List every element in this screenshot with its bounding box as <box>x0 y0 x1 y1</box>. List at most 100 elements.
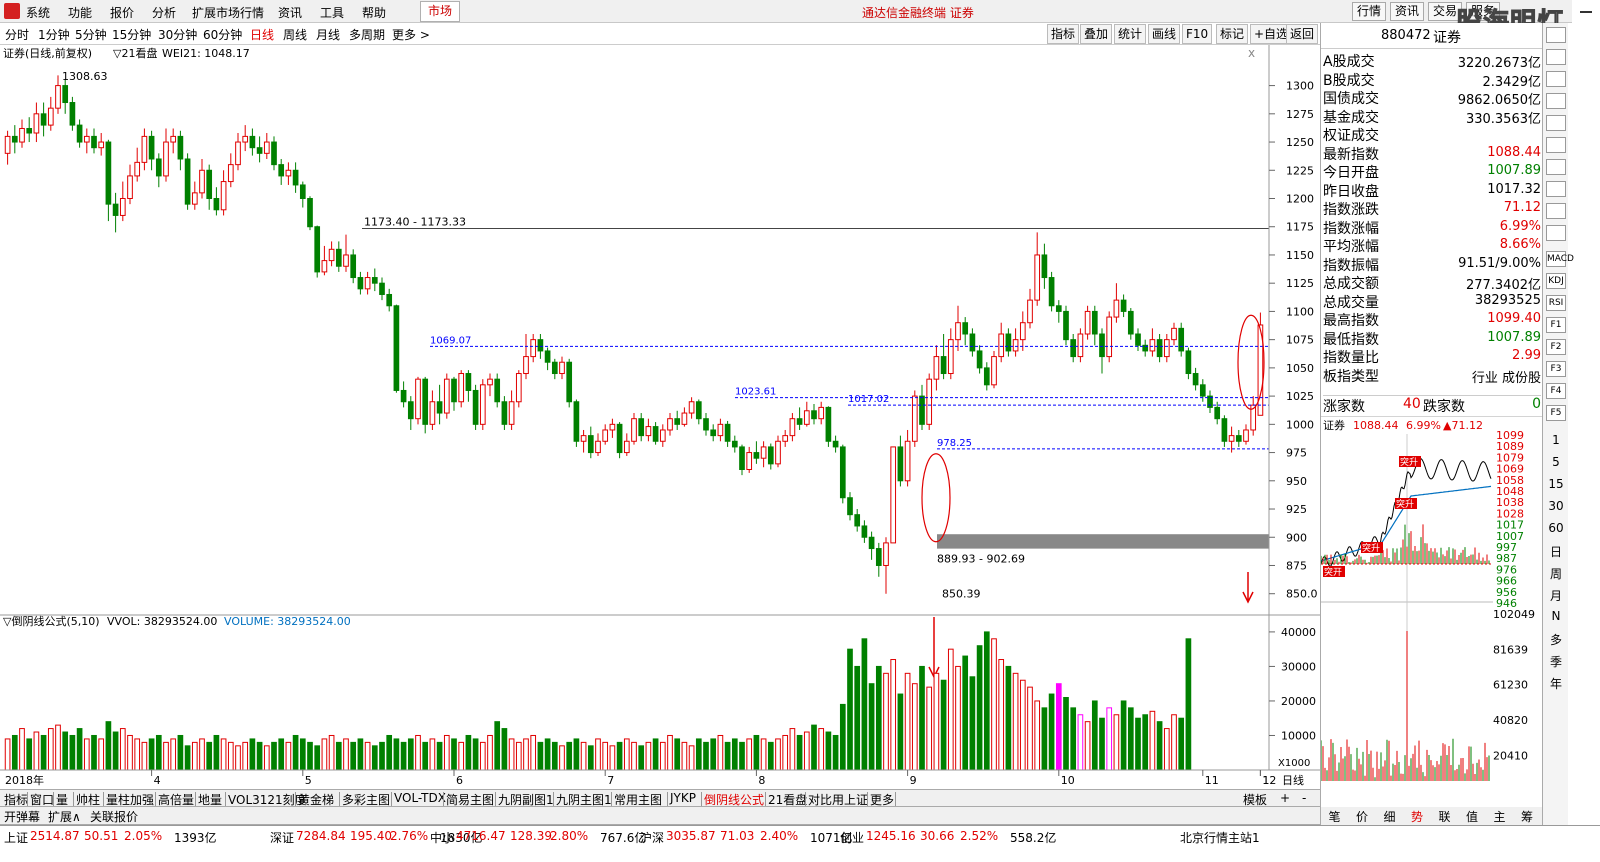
quote-button[interactable]: 行情 <box>1352 2 1386 21</box>
volume-bar[interactable] <box>927 687 932 770</box>
volume-bar[interactable] <box>106 722 111 770</box>
formula-tab[interactable]: 对比用上证 <box>808 791 868 808</box>
market-tab[interactable]: 市场 <box>420 1 460 22</box>
volume-bar[interactable] <box>624 739 629 770</box>
candle-body[interactable] <box>725 424 730 441</box>
candle-body[interactable] <box>164 142 169 176</box>
candle-body[interactable] <box>639 419 644 436</box>
volume-bar[interactable] <box>1064 698 1069 771</box>
formula-tab[interactable]: JYKP <box>670 791 696 805</box>
volume-bar[interactable] <box>711 739 716 770</box>
volume-bar[interactable] <box>920 666 925 770</box>
candle-body[interactable] <box>41 114 46 125</box>
volume-bar[interactable] <box>948 649 953 770</box>
candle-body[interactable] <box>840 447 845 498</box>
volume-bar[interactable] <box>279 739 284 770</box>
volume-title[interactable]: ▽倒阴线公式(5,10) <box>3 614 100 628</box>
expand-button[interactable]: 扩展∧ <box>48 808 81 825</box>
volume-bar[interactable] <box>1035 701 1040 770</box>
candle-body[interactable] <box>999 334 1004 357</box>
sidebar-period[interactable]: 年 <box>1543 675 1569 692</box>
formula-tab[interactable]: 多彩主图 <box>342 791 390 808</box>
formula-tab[interactable]: VOL-TDX <box>394 791 446 805</box>
toolbar-indicator[interactable]: 指标 <box>1047 24 1079 44</box>
candle-body[interactable] <box>884 543 889 566</box>
volume-bar[interactable] <box>41 735 46 770</box>
sidebar-period[interactable]: 日 <box>1543 543 1569 560</box>
candle-body[interactable] <box>927 379 932 424</box>
candle-body[interactable] <box>1244 430 1249 441</box>
volume-bar[interactable] <box>999 660 1004 770</box>
sidebar-chart-icon[interactable] <box>1546 27 1566 43</box>
period-daily[interactable]: 日线 <box>250 26 274 43</box>
kline-chart[interactable]: 1173.40 - 1173.331069.071023.611017.0297… <box>0 45 1320 790</box>
candle-body[interactable] <box>718 424 723 435</box>
candle-body[interactable] <box>1121 300 1126 311</box>
volume-bar[interactable] <box>1107 708 1112 770</box>
period-30min[interactable]: 30分钟 <box>158 26 197 43</box>
candle-body[interactable] <box>200 170 205 193</box>
candle-body[interactable] <box>430 402 435 425</box>
formula-tab[interactable]: 帅柱 <box>76 791 100 808</box>
right-tab[interactable]: 细 <box>1376 808 1403 825</box>
sidebar-period[interactable]: 60 <box>1543 521 1569 535</box>
volume-bar[interactable] <box>740 742 745 770</box>
candle-body[interactable] <box>279 165 284 176</box>
volume-bar[interactable] <box>1186 639 1191 770</box>
candle-body[interactable] <box>27 128 32 133</box>
period-60min[interactable]: 60分钟 <box>203 26 242 43</box>
volume-bar[interactable] <box>977 646 982 770</box>
volume-bar[interactable] <box>747 739 752 770</box>
volume-bar[interactable] <box>992 639 997 770</box>
right-tab[interactable]: 势 <box>1404 808 1431 825</box>
volume-bar[interactable] <box>113 732 118 770</box>
candle-body[interactable] <box>495 379 500 402</box>
volume-bar[interactable] <box>437 742 442 770</box>
volume-bar[interactable] <box>164 742 169 770</box>
candle-body[interactable] <box>1049 278 1054 306</box>
candle-body[interactable] <box>56 86 61 109</box>
volume-bar[interactable] <box>1013 673 1018 770</box>
volume-bar[interactable] <box>12 735 17 770</box>
candle-body[interactable] <box>524 357 529 374</box>
sidebar-period[interactable]: 30 <box>1543 499 1569 513</box>
candle-body[interactable] <box>351 255 356 278</box>
volume-bar[interactable] <box>200 739 205 770</box>
volume-bar[interactable] <box>840 704 845 770</box>
sidebar-chart-icon[interactable] <box>1546 137 1566 153</box>
candle-body[interactable] <box>1236 436 1241 442</box>
candle-body[interactable] <box>221 182 226 210</box>
volume-bar[interactable] <box>423 742 428 770</box>
sidebar-indicator-icon[interactable]: F5 <box>1546 405 1566 421</box>
period-weekly[interactable]: 周线 <box>283 26 307 43</box>
volume-bar[interactable] <box>192 742 197 770</box>
candle-body[interactable] <box>819 407 824 418</box>
right-tab[interactable]: 主 <box>1486 808 1513 825</box>
formula-tab[interactable]: 地量 <box>198 791 222 808</box>
candle-body[interactable] <box>5 136 10 153</box>
candle-body[interactable] <box>466 374 471 391</box>
toolbar-overlay[interactable]: 叠加 <box>1080 24 1112 44</box>
period-multi[interactable]: 多周期 <box>349 26 385 43</box>
sidebar-period[interactable]: 15 <box>1543 477 1569 491</box>
candle-body[interactable] <box>1020 323 1025 340</box>
candle-body[interactable] <box>444 379 449 413</box>
candle-body[interactable] <box>452 379 457 402</box>
volume-bar[interactable] <box>466 735 471 770</box>
volume-bar[interactable] <box>855 666 860 770</box>
volume-bar[interactable] <box>869 684 874 770</box>
volume-bar[interactable] <box>1143 715 1148 770</box>
candle-body[interactable] <box>704 419 709 430</box>
volume-bar[interactable] <box>833 735 838 770</box>
candle-body[interactable] <box>1107 317 1112 357</box>
candle-body[interactable] <box>336 249 341 266</box>
volume-bar[interactable] <box>228 742 233 770</box>
candle-body[interactable] <box>171 136 176 142</box>
candle-body[interactable] <box>142 136 147 162</box>
sidebar-indicator-icon[interactable]: RSI <box>1546 295 1566 311</box>
candle-body[interactable] <box>898 447 903 481</box>
sidebar-period[interactable]: 季 <box>1543 653 1569 670</box>
volume-bar[interactable] <box>336 742 341 770</box>
candle-body[interactable] <box>380 283 385 294</box>
candle-body[interactable] <box>552 362 557 373</box>
